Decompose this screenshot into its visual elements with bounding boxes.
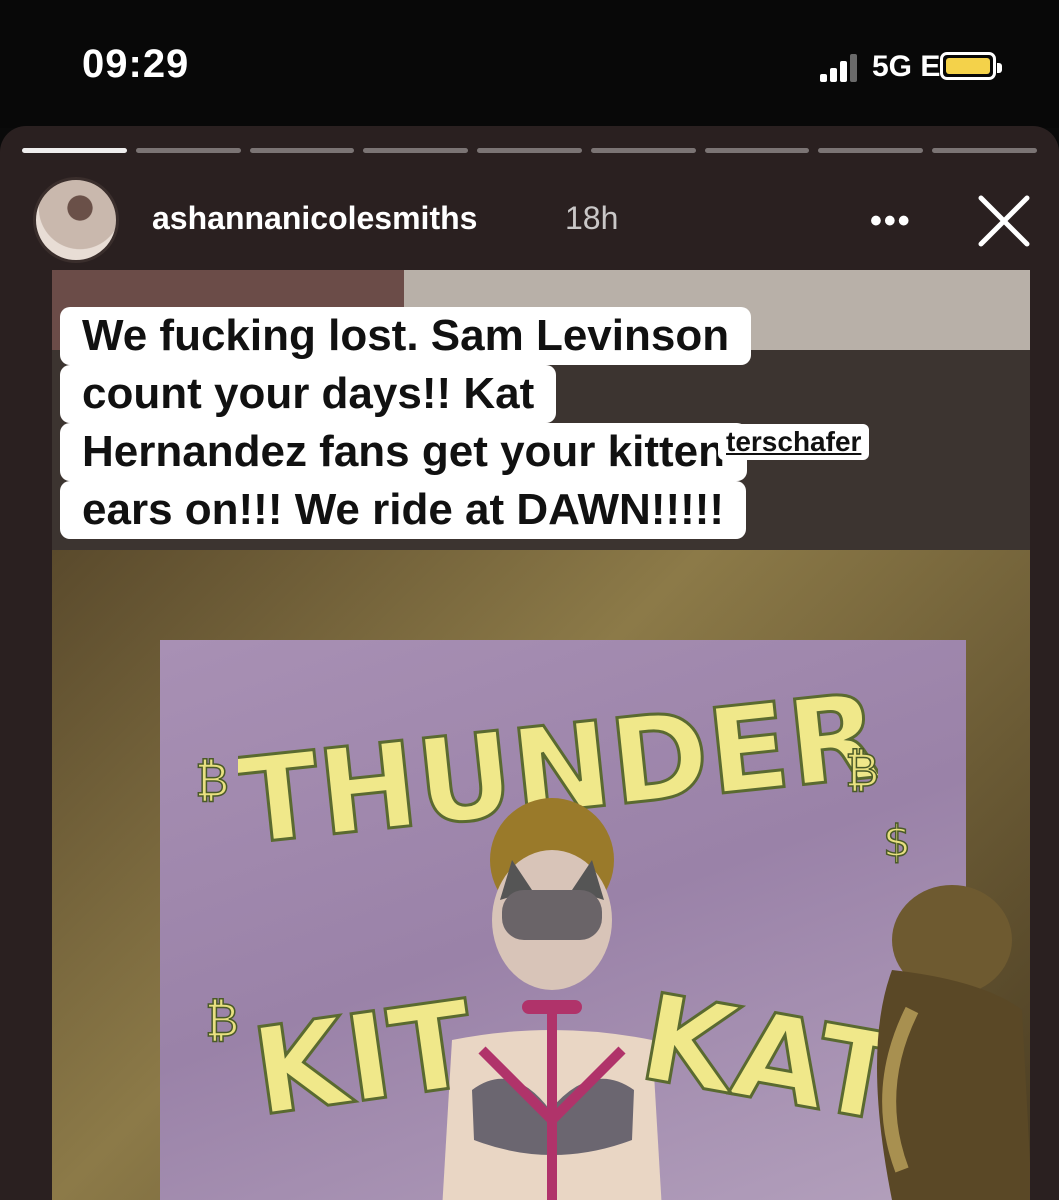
story-timestamp: 18h [565, 200, 619, 236]
caption-line: Hernandez fans get your kitten [60, 423, 748, 481]
svg-text:₿: ₿ [845, 743, 879, 797]
story-caption: We fucking lost. Sam Levinson count your… [60, 307, 1000, 539]
network-type: 5G E [872, 50, 941, 83]
cellular-signal-icon [820, 52, 858, 82]
dollar-symbol-icon: $ [882, 815, 912, 868]
svg-text:$: $ [883, 816, 911, 867]
story-username[interactable]: ashannanicolesmiths [152, 200, 477, 237]
battery-icon [940, 52, 1002, 80]
caption-line: We fucking lost. Sam Levinson [60, 307, 752, 365]
story-viewer[interactable]: ashannanicolesmiths 18h ••• THUNDER KIT … [0, 126, 1059, 1200]
bitcoin-symbol-icon: ₿ [204, 992, 240, 1048]
avatar[interactable] [33, 177, 119, 263]
battery-fill [946, 58, 990, 74]
status-time: 09:29 [82, 42, 190, 86]
svg-text:₿: ₿ [195, 753, 229, 807]
story-progress-bar [22, 148, 1038, 153]
mention-tag[interactable]: terschafer [718, 424, 870, 460]
status-bar: 09:29 5G E [0, 0, 1059, 128]
svg-text:KIT: KIT [245, 975, 482, 1143]
brass-statue [877, 885, 1030, 1200]
more-options-icon[interactable]: ••• [870, 202, 912, 241]
bitcoin-symbol-icon: ₿ [844, 742, 880, 798]
svg-text:₿: ₿ [205, 993, 239, 1047]
bitcoin-symbol-icon: ₿ [194, 752, 230, 808]
caption-line: ears on!!! We ride at DAWN!!!!! [60, 481, 747, 539]
caption-line: count your days!! Kat [60, 365, 557, 423]
artwork-title-kitkat: KIT KAT [243, 967, 911, 1150]
close-icon[interactable] [975, 192, 1033, 250]
